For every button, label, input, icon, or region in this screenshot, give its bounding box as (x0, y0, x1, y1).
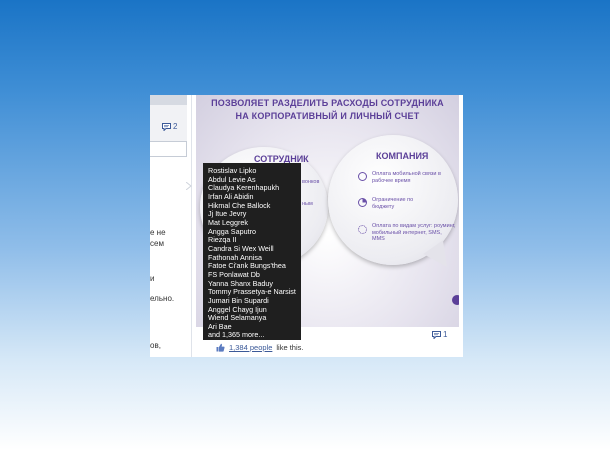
thumbs-up-icon (216, 343, 225, 352)
left-text-line: ельно. (150, 294, 175, 303)
liker-name[interactable]: Hikmal Che Ballock (208, 202, 301, 211)
company-bubble-title: КОМПАНИЯ (376, 151, 429, 161)
liker-more-link[interactable]: and 1,365 more... (208, 331, 301, 340)
facebook-screenshot: 2 е не сем и ельно. ов, ПОЗВОЛЯЕТ РАЗДЕЛ… (150, 95, 463, 357)
clock-icon (358, 172, 367, 181)
left-comment-input[interactable] (150, 141, 187, 157)
purple-circle-decoration (452, 295, 459, 305)
liker-name[interactable]: Mat Leggrek (208, 219, 301, 228)
liker-name[interactable]: Jj Itue Jevry (208, 210, 301, 219)
liker-name[interactable]: Yanna Shanx Baduy (208, 280, 301, 289)
liker-name[interactable]: Candra Si Wex Weill (208, 245, 301, 254)
liker-name[interactable]: Ari Bae (208, 323, 301, 332)
liker-name[interactable]: Anggel Chayg Ijun (208, 306, 301, 315)
liker-name[interactable]: Fatoe Ci'ank Bungs'thea (208, 262, 301, 271)
likers-tooltip: Rostislav Lipko Abdul Levie As Claudya K… (203, 163, 301, 340)
chevron-right-icon (186, 182, 192, 190)
gear-icon (358, 225, 367, 234)
left-text-line: сем (150, 239, 164, 248)
liker-name[interactable]: Fathonah Annisa (208, 254, 301, 263)
left-text-line: е не (150, 228, 166, 237)
left-text-line: и (150, 274, 155, 283)
liker-name[interactable]: Angga Saputro (208, 228, 301, 237)
infographic-header-line2: НА КОРПОРАТИВНЫЙ И ЛИЧНЫЙ СЧЕТ (235, 111, 420, 121)
infographic-header-line1: ПОЗВОЛЯЕТ РАЗДЕЛИТЬ РАСХОДЫ СОТРУДНИКА (211, 98, 444, 108)
liker-name[interactable]: Tommy Prassetya-e Narsist (208, 288, 301, 297)
likes-suffix: like this. (276, 343, 304, 352)
left-top-strip (150, 95, 187, 105)
left-comment-count[interactable]: 2 (162, 122, 177, 131)
post-comment-number: 1 (443, 330, 448, 339)
left-post-column: 2 е не сем и ельно. ов, (150, 95, 192, 357)
post-comment-count[interactable]: 1 (432, 330, 447, 339)
left-text-line: ов, (150, 341, 161, 350)
liker-name[interactable]: Riezqa II (208, 236, 301, 245)
employee-item: ным (302, 201, 313, 207)
pie-chart-icon (358, 198, 367, 207)
liker-name[interactable]: Abdul Levie As (208, 176, 301, 185)
company-item: Оплата по видам услуг: роуминг, мобильны… (372, 223, 456, 242)
comment-bubble-icon (162, 122, 171, 131)
company-item: Ограничение по бюджету (372, 197, 414, 210)
likes-bar: 1,384 people like this. (216, 343, 303, 352)
left-post-actions: 2 (150, 105, 187, 142)
liker-name[interactable]: Wiend Selamanya (208, 314, 301, 323)
liker-name[interactable]: Rostislav Lipko (208, 167, 301, 176)
liker-name[interactable]: Claudya Kerenhapukh (208, 184, 301, 193)
likes-count-link[interactable]: 1,384 people (229, 343, 272, 352)
company-item: Оплата мобильной связи в рабочее время (372, 171, 441, 184)
liker-name[interactable]: Irfan Ali Abidin (208, 193, 301, 202)
left-comment-number: 2 (173, 122, 178, 131)
liker-name[interactable]: FS Ponlawat Db (208, 271, 301, 280)
comment-bubble-icon (432, 330, 441, 339)
liker-name[interactable]: Jumari Bin Supardi (208, 297, 301, 306)
employee-item: вонков (302, 179, 320, 185)
